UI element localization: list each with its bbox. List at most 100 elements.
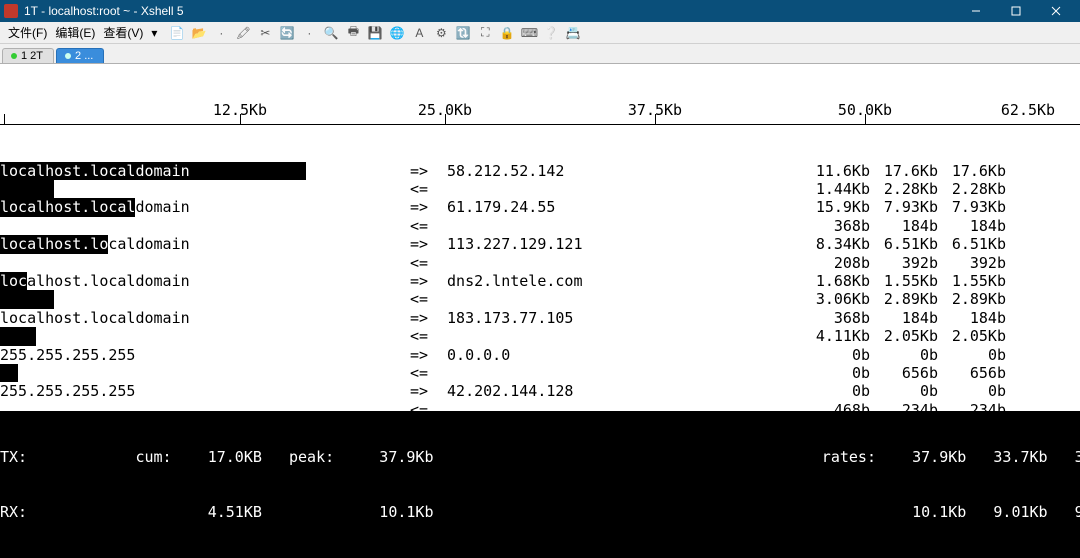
- rate-col-1: 15.9Kb: [808, 198, 876, 216]
- rate-col-1: 3.06Kb: [808, 290, 876, 308]
- host-cell: [0, 327, 410, 345]
- destination-cell: [438, 364, 808, 382]
- destination-cell: 113.227.129.121: [438, 235, 808, 253]
- menu-file[interactable]: 文件(F): [4, 24, 51, 41]
- table-row: localhost.localdomain=> 113.227.129.1218…: [0, 235, 1080, 253]
- summary-footer: TX: cum: 17.0KB peak: 37.9Kb rates: 37.9…: [0, 411, 1080, 558]
- destination-cell: [438, 180, 808, 198]
- sync-icon[interactable]: 🔃: [455, 25, 471, 41]
- app-icon: [4, 4, 18, 18]
- globe-icon[interactable]: 🌐: [389, 25, 405, 41]
- rate-col-2: 0b: [876, 346, 944, 364]
- rate-col-1: 368b: [808, 309, 876, 327]
- host-cell: localhost.localdomain: [0, 235, 410, 253]
- maximize-button[interactable]: [996, 0, 1036, 22]
- toolbar: 📄 📂 · 🖍 ✂ 🔄 · 🔍 🖶 💾 🌐 A ⚙ 🔃 ⛶ 🔒 ⌨ ❔ 📇: [169, 25, 581, 41]
- host-cell: [0, 364, 410, 382]
- gear-icon[interactable]: ⚙: [433, 25, 449, 41]
- host-cell: localhost.localdomain: [0, 198, 410, 216]
- destination-cell: [438, 217, 808, 235]
- host-cell: 255.255.255.255: [0, 382, 410, 400]
- destination-cell: 42.202.144.128: [438, 382, 808, 400]
- terminal[interactable]: 12.5Kb 25.0Kb 37.5Kb 50.0Kb 62.5Kb local…: [0, 64, 1080, 558]
- lock-icon[interactable]: 🔒: [499, 25, 515, 41]
- menu-more[interactable]: ▾: [147, 26, 161, 40]
- highlight-icon[interactable]: 🖍: [235, 25, 251, 41]
- rate-col-1: 8.34Kb: [808, 235, 876, 253]
- rate-col-3: 0b: [944, 346, 1012, 364]
- rate-col-1: 1.44Kb: [808, 180, 876, 198]
- rate-col-2: 2.89Kb: [876, 290, 944, 308]
- rate-col-2: 7.93Kb: [876, 198, 944, 216]
- refresh-icon[interactable]: 🔄: [279, 25, 295, 41]
- rate-col-3: 184b: [944, 217, 1012, 235]
- rate-col-3: 2.05Kb: [944, 327, 1012, 345]
- table-row: <= 4.11Kb2.05Kb2.05Kb: [0, 327, 1080, 345]
- rate-col-3: 6.51Kb: [944, 235, 1012, 253]
- direction-arrow: =>: [410, 346, 438, 364]
- rate-col-1: 0b: [808, 364, 876, 382]
- rate-col-2: 656b: [876, 364, 944, 382]
- host-cell: localhost.localdomain: [0, 162, 410, 180]
- destination-cell: [438, 327, 808, 345]
- rate-col-1: 11.6Kb: [808, 162, 876, 180]
- table-row: <= 3.06Kb2.89Kb2.89Kb: [0, 290, 1080, 308]
- folder-icon[interactable]: 📂: [191, 25, 207, 41]
- rate-col-2: 1.55Kb: [876, 272, 944, 290]
- bandwidth-scale: 12.5Kb 25.0Kb 37.5Kb 50.0Kb 62.5Kb: [0, 101, 1080, 125]
- menu-edit[interactable]: 编辑(E): [51, 24, 99, 41]
- tab-2-label: 2 ...: [75, 50, 93, 62]
- direction-arrow: <=: [410, 217, 438, 235]
- table-row: localhost.localdomain=> 58.212.52.14211.…: [0, 162, 1080, 180]
- table-row: <= 208b392b392b: [0, 254, 1080, 272]
- direction-arrow: =>: [410, 382, 438, 400]
- host-cell: [0, 290, 410, 308]
- scale-label-5: 62.5Kb: [1001, 101, 1055, 119]
- direction-arrow: <=: [410, 180, 438, 198]
- menu-view[interactable]: 查看(V): [99, 24, 147, 41]
- rate-col-3: 184b: [944, 309, 1012, 327]
- print-icon[interactable]: 🖶: [345, 25, 361, 41]
- rate-col-2: 392b: [876, 254, 944, 272]
- rate-col-3: 656b: [944, 364, 1012, 382]
- status-dot-icon: [11, 53, 17, 59]
- direction-arrow: =>: [410, 162, 438, 180]
- table-row: localhost.localdomain=> 183.173.77.10536…: [0, 309, 1080, 327]
- rate-col-2: 0b: [876, 382, 944, 400]
- font-icon[interactable]: A: [411, 25, 427, 41]
- keyboard-icon[interactable]: ⌨: [521, 25, 537, 41]
- destination-cell: [438, 254, 808, 272]
- rate-col-3: 2.89Kb: [944, 290, 1012, 308]
- search-icon[interactable]: 🔍: [323, 25, 339, 41]
- table-row: <= 368b184b184b: [0, 217, 1080, 235]
- direction-arrow: =>: [410, 198, 438, 216]
- sep-icon: ·: [301, 25, 317, 41]
- rate-col-3: 17.6Kb: [944, 162, 1012, 180]
- minimize-button[interactable]: [956, 0, 996, 22]
- destination-cell: 61.179.24.55: [438, 198, 808, 216]
- direction-arrow: <=: [410, 327, 438, 345]
- rate-col-2: 2.05Kb: [876, 327, 944, 345]
- table-row: <= 1.44Kb2.28Kb2.28Kb: [0, 180, 1080, 198]
- menubar: 文件(F) 编辑(E) 查看(V) ▾ 📄 📂 · 🖍 ✂ 🔄 · 🔍 🖶 💾 …: [0, 22, 1080, 44]
- expand-icon[interactable]: ⛶: [477, 25, 493, 41]
- rate-col-1: 0b: [808, 382, 876, 400]
- host-cell: localhost.localdomain: [0, 309, 410, 327]
- new-icon[interactable]: 📄: [169, 25, 185, 41]
- save-icon[interactable]: 💾: [367, 25, 383, 41]
- tab-2[interactable]: 2 ...: [56, 48, 104, 63]
- index-icon[interactable]: 📇: [565, 25, 581, 41]
- help-icon[interactable]: ❔: [543, 25, 559, 41]
- rate-col-3: 2.28Kb: [944, 180, 1012, 198]
- rate-col-3: 1.55Kb: [944, 272, 1012, 290]
- tab-1[interactable]: 1 2T: [2, 48, 54, 63]
- cut-icon[interactable]: ✂: [257, 25, 273, 41]
- direction-arrow: <=: [410, 254, 438, 272]
- table-row: localhost.localdomain=> dns2.lntele.com1…: [0, 272, 1080, 290]
- close-button[interactable]: [1036, 0, 1076, 22]
- titlebar: 1T - localhost:root ~ - Xshell 5: [0, 0, 1080, 22]
- rate-col-1: 208b: [808, 254, 876, 272]
- rate-col-2: 184b: [876, 309, 944, 327]
- destination-cell: 0.0.0.0: [438, 346, 808, 364]
- sep-icon: ·: [213, 25, 229, 41]
